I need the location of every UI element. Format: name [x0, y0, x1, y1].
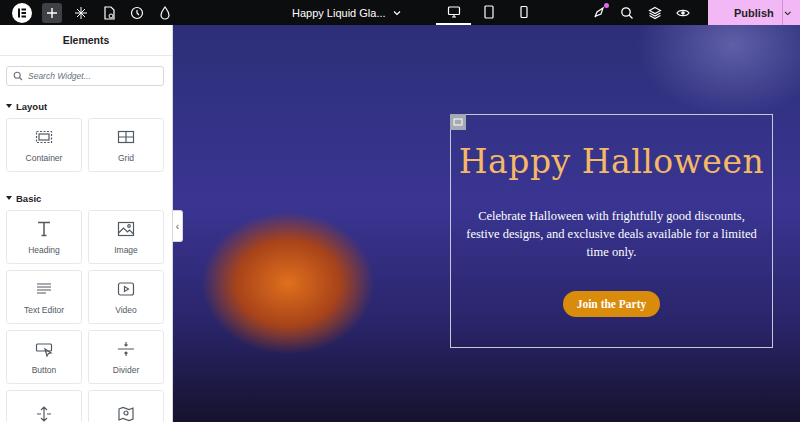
toolbar-left	[0, 3, 268, 23]
editor-window: Happy Liquid Gla... Publish Elements Search…	[0, 0, 800, 422]
publish-button[interactable]: Publish	[708, 0, 800, 25]
mobile-icon	[517, 5, 531, 19]
desktop-icon	[447, 5, 461, 19]
widget-tile[interactable]	[88, 390, 164, 422]
panel-collapse-handle[interactable]: ‹	[173, 210, 183, 242]
hero-text: Celebrate Halloween with frightfully goo…	[462, 207, 762, 261]
device-switcher	[436, 0, 541, 25]
widget-section: Basic Heading Image Text Editor Video Button D…	[0, 186, 172, 422]
widget-icon	[116, 279, 136, 299]
widget-icon	[116, 219, 136, 239]
elements-panel: Elements Search Widget... Layout Container G…	[0, 25, 173, 422]
ai-button[interactable]	[592, 6, 606, 20]
add-element-button[interactable]	[42, 3, 62, 23]
widget-icon	[34, 339, 54, 359]
widget-label: Heading	[28, 245, 60, 255]
container-icon	[453, 117, 463, 127]
caret-icon	[6, 104, 12, 108]
widget-tile[interactable]: Video	[88, 270, 164, 324]
section-title: Layout	[16, 101, 47, 112]
widget-icon	[116, 127, 136, 147]
widget-grid: Container Grid	[6, 118, 164, 172]
section-toggle[interactable]: Basic	[6, 186, 164, 210]
widget-tile[interactable]: Image	[88, 210, 164, 264]
device-button[interactable]	[506, 0, 541, 25]
widget-icon	[116, 404, 136, 422]
search-icon	[13, 71, 23, 81]
caret-icon	[6, 196, 12, 200]
widget-label: Text Editor	[24, 305, 64, 315]
search-icon[interactable]	[620, 6, 634, 20]
widget-label: Image	[114, 245, 138, 255]
document-title[interactable]: Happy Liquid Gla...	[292, 7, 420, 19]
widget-tile[interactable]: Button	[6, 330, 82, 384]
editor-body: Elements Search Widget... Layout Container G…	[0, 25, 800, 422]
elementor-logo-icon[interactable]	[12, 3, 32, 23]
widget-grid: Heading Image Text Editor Video Button Divide…	[6, 210, 164, 422]
tablet-icon	[482, 5, 496, 19]
chevron-down-icon	[392, 8, 402, 18]
notification-dot	[604, 3, 609, 8]
preview-eye-icon[interactable]	[676, 6, 690, 20]
widget-icon	[34, 127, 54, 147]
page-settings-icon[interactable]	[102, 6, 116, 20]
widget-label: Container	[26, 153, 63, 163]
document-title-text: Happy Liquid Gla...	[292, 7, 386, 19]
sparkle-icon[interactable]	[74, 6, 88, 20]
widget-label: Divider	[113, 365, 139, 375]
plus-icon	[46, 7, 58, 19]
device-button[interactable]	[436, 0, 471, 25]
widget-icon	[34, 279, 54, 299]
widget-label: Grid	[118, 153, 134, 163]
widget-tile[interactable]: Grid	[88, 118, 164, 172]
history-icon[interactable]	[130, 6, 144, 20]
layers-icon[interactable]	[648, 6, 662, 20]
widget-icon	[116, 339, 136, 359]
section-title: Basic	[16, 193, 41, 204]
widget-tile[interactable]: Divider	[88, 330, 164, 384]
widget-tile[interactable]	[6, 390, 82, 422]
publish-label: Publish	[734, 7, 774, 19]
widget-section: Layout Container Grid	[0, 94, 172, 172]
hero-container[interactable]: Happy Halloween Celebrate Halloween with …	[450, 114, 773, 348]
widget-label: Video	[115, 305, 137, 315]
widget-icon	[34, 219, 54, 239]
rocket-icon	[592, 6, 606, 20]
widget-icon	[34, 404, 54, 422]
container-edit-handle[interactable]	[450, 114, 466, 130]
section-toggle[interactable]: Layout	[6, 94, 164, 118]
widget-tile[interactable]: Heading	[6, 210, 82, 264]
panel-header: Elements	[0, 25, 172, 56]
search-widget-field[interactable]: Search Widget...	[6, 66, 164, 86]
publish-separator	[782, 0, 783, 25]
theme-style-icon[interactable]	[158, 6, 172, 20]
top-bar: Happy Liquid Gla... Publish	[0, 0, 800, 25]
chevron-down-icon[interactable]	[783, 7, 792, 19]
preview-canvas: Happy Halloween Celebrate Halloween with …	[173, 25, 800, 422]
widget-tile[interactable]: Text Editor	[6, 270, 82, 324]
hero-heading: Happy Halloween	[459, 139, 764, 185]
search-placeholder: Search Widget...	[28, 71, 91, 81]
widget-tile[interactable]: Container	[6, 118, 82, 172]
widget-label: Button	[32, 365, 57, 375]
toolbar-right: Publish	[592, 0, 800, 25]
join-party-button[interactable]: Join the Party	[563, 291, 661, 317]
device-button[interactable]	[471, 0, 506, 25]
